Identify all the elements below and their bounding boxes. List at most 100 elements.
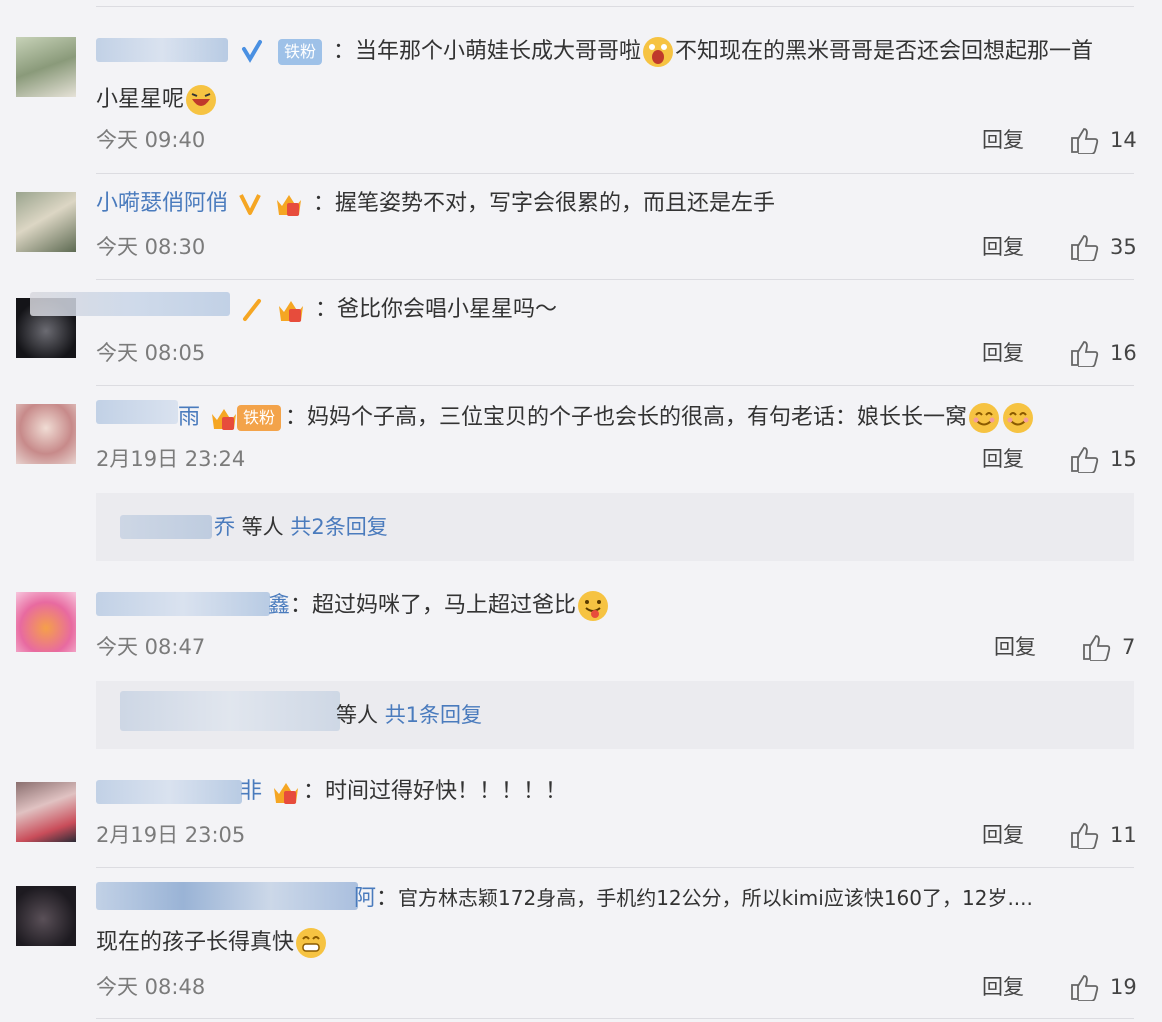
divider [96,1018,1134,1019]
comment-line: 铁粉 ：当年那个小萌娃长成大哥哥啦 不知现在的黑米哥哥是否还会回想起那一首 [96,35,1093,69]
grin-emoji-icon [296,928,327,958]
like-button[interactable]: 19 [1070,973,1137,1001]
reply-button[interactable]: 回复 [982,973,1024,1001]
avatar[interactable] [16,592,76,652]
crown-level-icon [274,783,299,804]
sub-replies-box[interactable]: 乔 等人 共2条回复 [96,493,1134,561]
sub-replies-line: 等人 共1条回复 [120,700,482,730]
comment-text-cont: 小星星呢 [96,87,185,112]
verified-v-icon [242,40,262,63]
thumbs-up-icon [1071,447,1099,473]
comment-text: 超过妈咪了，马上超过爸比 [312,593,577,618]
sub-reply-etc: 等人 [336,703,385,727]
crown-level-icon [212,409,237,430]
tongue-emoji-icon [578,591,609,621]
colon: ： [376,886,399,911]
comment-line: 现在的孩子长得真快 [96,926,328,960]
sub-replies-box[interactable]: 等人 共1条回复 [96,681,1134,749]
divider [96,385,1134,386]
comment-text-cont: 不知现在的黑米哥哥是否还会回想起那一首 [675,39,1094,64]
avatar[interactable] [16,404,76,464]
username[interactable]: 非 [240,779,262,804]
username[interactable]: 阿 [354,886,376,911]
username[interactable]: 雨 [178,405,200,430]
reply-button[interactable]: 回复 [982,821,1024,849]
thumbs-up-icon [1071,823,1099,849]
colon: ： [285,405,308,430]
colon: ： [303,779,326,804]
comment-text: 当年那个小萌娃长成大哥哥啦 [355,39,642,64]
thumbs-up-icon [1071,128,1099,154]
reply-button[interactable]: 回复 [994,633,1036,661]
like-count: 35 [1110,235,1137,259]
like-count: 14 [1110,128,1137,152]
reply-button[interactable]: 回复 [982,339,1024,367]
comment-text: 时间过得好快！！！！！ [325,779,568,804]
divider [96,173,1134,174]
like-button[interactable]: 15 [1070,445,1137,473]
like-button[interactable]: 7 [1082,633,1135,661]
smile-emoji-icon [1003,403,1034,433]
reply-button[interactable]: 回复 [982,233,1024,261]
thumbs-up-icon [1083,635,1111,661]
verified-v-icon [243,299,261,321]
avatar[interactable] [16,192,76,252]
comment-text: 握笔姿势不对，写字会很累的，而且还是左手 [335,191,776,216]
comment-time: 2月19日 23:24 [96,447,246,471]
avatar[interactable] [16,37,76,97]
comment-line: 小嗬瑟俏阿俏 ：握笔姿势不对，写字会很累的，而且还是左手 [96,189,775,219]
reply-button[interactable]: 回复 [982,126,1024,154]
comment-text: 爸比你会唱小星星吗～ [337,297,558,322]
like-button[interactable]: 16 [1070,339,1137,367]
thumbs-up-icon [1071,975,1099,1001]
divider [96,6,1134,7]
comment-time: 今天 08:05 [96,341,206,365]
comment-time: 今天 09:40 [96,128,206,152]
reply-button[interactable]: 回复 [982,445,1024,473]
fan-badge: 铁粉 [278,39,323,65]
verified-v-icon [239,194,261,215]
like-count: 15 [1110,447,1137,471]
sub-replies-line: 乔 等人 共2条回复 [120,512,388,542]
comment-line: 非 ：时间过得好快！！！！！ [96,777,567,807]
like-button[interactable]: 35 [1070,233,1137,261]
sub-reply-count-link[interactable]: 共1条回复 [385,703,482,727]
comment-line: 小星星呢 [96,83,218,117]
comment-time: 今天 08:48 [96,975,206,999]
shocked-emoji-icon [643,37,674,67]
comment-text-cont: 现在的孩子长得真快 [96,930,295,955]
comment-line: 阿：官方林志颖172身高，手机约12公分，所以kimi应该快160了，12岁..… [96,883,1033,914]
thumbs-up-icon [1071,235,1099,261]
crown-level-icon [277,195,302,216]
smile-emoji-icon [969,403,1000,433]
sub-reply-count-link[interactable]: 共2条回复 [290,515,387,539]
username[interactable]: 鑫 [268,593,290,618]
comment-time: 今天 08:30 [96,235,206,259]
laughing-emoji-icon [186,85,217,115]
colon: ： [333,39,356,64]
like-count: 19 [1110,975,1137,999]
avatar[interactable] [16,886,76,946]
like-button[interactable]: 14 [1070,126,1137,154]
sub-reply-user[interactable]: 乔 [214,515,235,539]
username[interactable]: 小嗬瑟俏阿俏 [96,191,228,216]
comment-time: 2月19日 23:05 [96,823,246,847]
like-count: 16 [1110,341,1137,365]
comment-text: 官方林志颖172身高，手机约12公分，所以kimi应该快160了，12岁.... [398,886,1033,910]
fan-badge: 铁粉 [237,405,282,431]
like-count: 7 [1122,635,1136,659]
comment-line: ：爸比你会唱小星星吗～ [96,295,557,325]
divider [96,279,1134,280]
divider [96,867,1134,868]
comment-time: 今天 08:47 [96,635,206,659]
colon: ： [290,593,313,618]
comment-text: 妈妈个子高，三位宝贝的个子也会长的很高，有句老话：娘长长一窝 [307,405,968,430]
divider [96,568,1134,569]
colon: ： [315,297,338,322]
like-button[interactable]: 11 [1070,821,1137,849]
colon: ： [313,191,336,216]
comment-line: 雨 铁粉 ：妈妈个子高，三位宝贝的个子也会长的很高，有句老话：娘长长一窝 [96,401,1035,435]
comment-list: 铁粉 ：当年那个小萌娃长成大哥哥啦 不知现在的黑米哥哥是否还会回想起那一首 小星星… [0,0,1162,1022]
sub-reply-etc: 等人 [235,515,291,539]
avatar[interactable] [16,782,76,842]
